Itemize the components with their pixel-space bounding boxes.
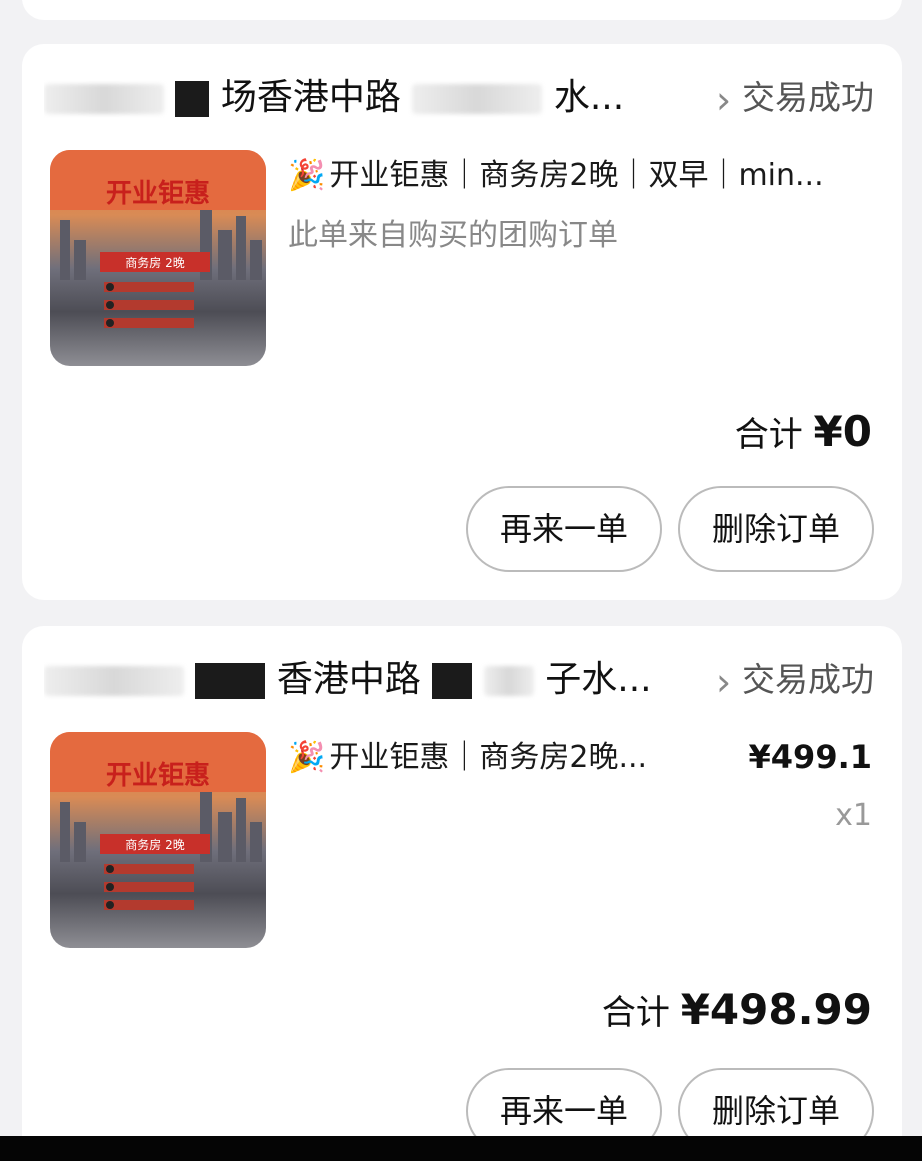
blurred-text [44, 84, 164, 114]
reorder-button[interactable]: 再来一单 [466, 486, 662, 572]
svg-text:商务房 2晚: 商务房 2晚 [125, 255, 184, 270]
total-value: ¥0 [813, 407, 872, 456]
unit-price: ¥499.1 [748, 738, 872, 776]
product-thumbnail[interactable]: 开业钜惠 商务房 2晚 [50, 150, 266, 366]
store-row[interactable]: 场香港中路 水... › 交易成功 [44, 68, 874, 128]
party-popper-icon: 🎉 [288, 740, 326, 775]
svg-text:开业钜惠: 开业钜惠 [106, 761, 210, 791]
svg-text:商务房 2晚: 商务房 2晚 [125, 837, 184, 852]
product-title[interactable]: 🎉 开业钜惠｜商务房2晚... [288, 738, 647, 778]
product-thumbnail[interactable]: 开业钜惠 商务房 2晚 [50, 732, 266, 948]
total-label: 合计 [734, 415, 803, 455]
thumbnail-artwork: 开业钜惠 商务房 2晚 [50, 732, 266, 910]
store-name-tail: 水... [553, 77, 625, 118]
chevron-right-icon[interactable]: › [716, 660, 731, 704]
product-title[interactable]: 🎉 开业钜惠｜商务房2晚｜双早｜min... [288, 156, 824, 196]
store-name[interactable]: 场香港中路 水... [44, 74, 684, 122]
order-note: 此单来自购买的团购订单 [288, 218, 618, 253]
store-name-tail: 子水... [545, 659, 652, 700]
svg-text:开业钜惠: 开业钜惠 [106, 179, 210, 209]
blurred-text [44, 666, 184, 696]
store-name[interactable]: 香港中路 子水... [44, 656, 684, 704]
store-name-visible: 场香港中路 [220, 77, 401, 118]
chevron-right-icon[interactable]: › [716, 78, 731, 122]
thumbnail-artwork: 开业钜惠 商务房 2晚 [50, 150, 266, 328]
order-status: 交易成功 [742, 660, 874, 699]
order-status: 交易成功 [742, 78, 874, 117]
quantity: x1 [835, 798, 872, 833]
previous-order-card-edge [22, 0, 902, 20]
total-value: ¥498.99 [680, 985, 872, 1034]
order-card[interactable]: 场香港中路 水... › 交易成功 开业钜惠 商务房 2晚 🎉 开业钜惠｜商务房2… [22, 44, 902, 600]
redacted-block [195, 663, 266, 699]
redacted-block [432, 663, 473, 699]
redacted-block [175, 81, 210, 117]
order-total: 合计 ¥498.99 [602, 986, 872, 1037]
store-name-visible: 香港中路 [276, 659, 421, 700]
order-card[interactable]: 香港中路 子水... › 交易成功 开业钜惠 商务房 2晚 🎉 开业钜惠｜商务房2… [22, 626, 902, 1161]
store-row[interactable]: 香港中路 子水... › 交易成功 [44, 650, 874, 710]
bottom-bar [0, 1136, 922, 1161]
party-popper-icon: 🎉 [288, 158, 326, 193]
total-label: 合计 [601, 993, 670, 1033]
blurred-text [483, 666, 534, 696]
blurred-text [412, 84, 543, 114]
delete-order-button[interactable]: 删除订单 [678, 486, 874, 572]
order-total: 合计 ¥0 [735, 408, 872, 459]
